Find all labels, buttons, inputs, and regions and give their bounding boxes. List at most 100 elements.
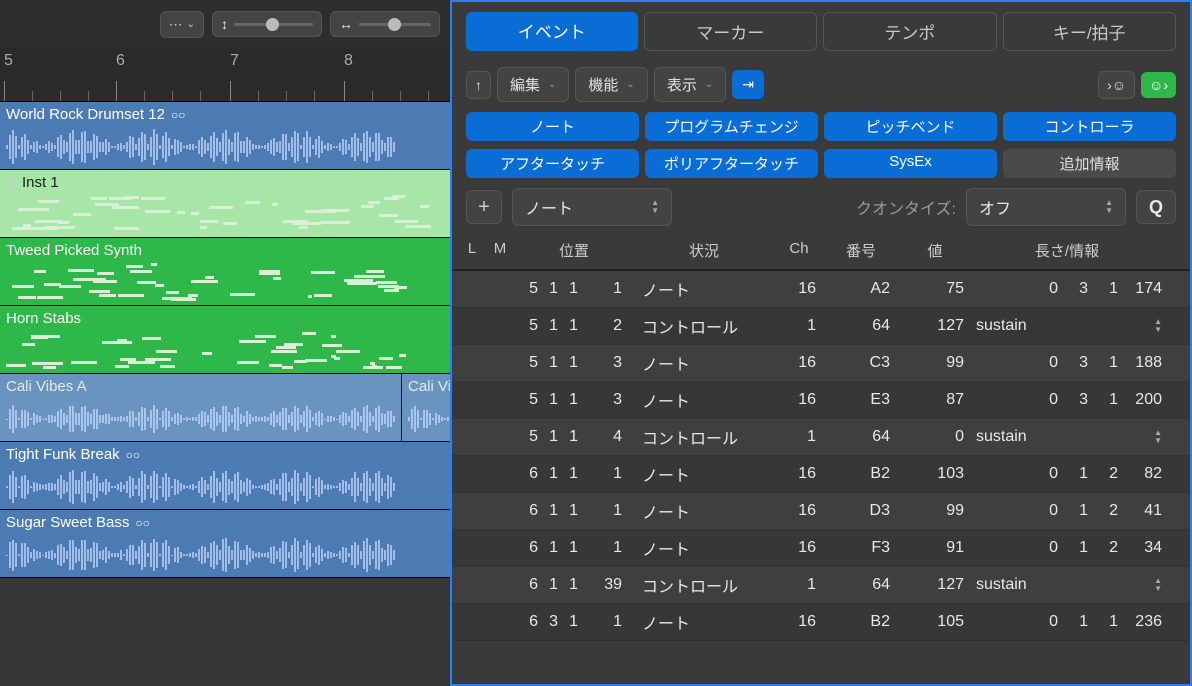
timeline-ruler[interactable]: 5 6 7 8 [0, 48, 450, 102]
event-status[interactable]: ノート [634, 610, 774, 634]
tab-event[interactable]: イベント [466, 12, 638, 51]
add-event-button[interactable]: + [466, 190, 502, 224]
event-row[interactable]: 6111 ノート 16 F3 91 01234 [452, 530, 1190, 567]
event-info[interactable]: 01282 [972, 465, 1162, 483]
event-type-select[interactable]: ノート ▲▼ [512, 188, 672, 226]
event-number[interactable]: B2 [824, 465, 898, 483]
event-number[interactable]: A2 [824, 280, 898, 298]
event-value[interactable]: 75 [898, 280, 972, 298]
event-value[interactable]: 99 [898, 502, 972, 520]
event-row[interactable]: 5114 コントロール 1 64 0 sustain▲▼ [452, 419, 1190, 456]
event-number[interactable]: 64 [824, 576, 898, 594]
event-row[interactable]: 6111 ノート 16 D3 99 01241 [452, 493, 1190, 530]
track-region[interactable]: Cali Vibes A [0, 374, 402, 441]
midi-in-button[interactable]: ☺› [1141, 72, 1176, 98]
event-info[interactable]: sustain▲▼ [972, 428, 1162, 446]
event-status[interactable]: ノート [634, 351, 774, 375]
tab-marker[interactable]: マーカー [644, 12, 818, 51]
event-info[interactable]: 031174 [972, 280, 1162, 298]
quantize-select[interactable]: オフ ▲▼ [966, 188, 1126, 226]
event-info[interactable]: 031200 [972, 391, 1162, 409]
event-number[interactable]: F3 [824, 539, 898, 557]
quantize-button[interactable]: Q [1136, 190, 1176, 224]
event-position[interactable]: 5113 [514, 354, 634, 372]
vertical-zoom-slider[interactable]: ↕ [212, 11, 322, 37]
up-arrow-button[interactable]: ↑ [466, 71, 491, 99]
tab-key-signature[interactable]: キー/拍子 [1003, 12, 1177, 51]
event-position[interactable]: 61139 [514, 576, 634, 594]
event-position[interactable]: 5111 [514, 280, 634, 298]
filter-note[interactable]: ノート [466, 112, 639, 141]
event-channel[interactable]: 16 [774, 539, 824, 557]
event-row[interactable]: 5111 ノート 16 A2 75 031174 [452, 271, 1190, 308]
event-info[interactable]: 011236 [972, 613, 1162, 631]
event-value[interactable]: 99 [898, 354, 972, 372]
col-status[interactable]: 状況 [634, 240, 774, 261]
event-value[interactable]: 127 [898, 317, 972, 335]
filter-additional-info[interactable]: 追加情報 [1003, 149, 1176, 178]
event-position[interactable]: 6111 [514, 539, 634, 557]
event-status[interactable]: コントロール [634, 573, 774, 597]
event-row[interactable]: 6311 ノート 16 B2 105 011236 [452, 604, 1190, 641]
event-number[interactable]: 64 [824, 428, 898, 446]
col-length[interactable]: 長さ/情報 [972, 240, 1162, 261]
edit-menu[interactable]: 編集 ⌄ [497, 67, 569, 102]
event-status[interactable]: ノート [634, 277, 774, 301]
event-channel[interactable]: 16 [774, 465, 824, 483]
event-channel[interactable]: 16 [774, 280, 824, 298]
event-number[interactable]: E3 [824, 391, 898, 409]
event-channel[interactable]: 16 [774, 391, 824, 409]
function-menu[interactable]: 機能 ⌄ [575, 67, 647, 102]
event-status[interactable]: コントロール [634, 314, 774, 338]
event-number[interactable]: 64 [824, 317, 898, 335]
event-status[interactable]: ノート [634, 388, 774, 412]
filter-aftertouch[interactable]: アフタータッチ [466, 149, 639, 178]
event-row[interactable]: 5112 コントロール 1 64 127 sustain▲▼ [452, 308, 1190, 345]
event-channel[interactable]: 1 [774, 576, 824, 594]
track-region-split[interactable]: Cali Vibes A Cali Vibes Wah Guitar ○○ [0, 374, 450, 442]
event-value[interactable]: 103 [898, 465, 972, 483]
event-status[interactable]: ノート [634, 499, 774, 523]
col-position[interactable]: 位置 [514, 240, 634, 261]
event-status[interactable]: ノート [634, 536, 774, 560]
track-region[interactable]: Tight Funk Break ○○ [0, 442, 450, 510]
track-region[interactable]: Horn Stabs [0, 306, 450, 374]
filter-poly-aftertouch[interactable]: ポリアフタータッチ [645, 149, 818, 178]
event-number[interactable]: C3 [824, 354, 898, 372]
track-region[interactable]: Sugar Sweet Bass ○○ [0, 510, 450, 578]
event-row[interactable]: 61139 コントロール 1 64 127 sustain▲▼ [452, 567, 1190, 604]
horizontal-zoom-slider[interactable]: ↔ [330, 11, 440, 37]
filter-controller[interactable]: コントローラ [1003, 112, 1176, 141]
filter-program-change[interactable]: プログラムチェンジ [645, 112, 818, 141]
event-list[interactable]: 5111 ノート 16 A2 75 031174 5112 コントロール 1 6… [452, 271, 1190, 684]
event-value[interactable]: 105 [898, 613, 972, 631]
col-ch[interactable]: Ch [774, 240, 824, 261]
col-l[interactable]: L [458, 240, 486, 261]
event-position[interactable]: 6311 [514, 613, 634, 631]
event-number[interactable]: D3 [824, 502, 898, 520]
track-region[interactable]: Cali Vibes Wah Guitar ○○ [402, 374, 450, 441]
filter-pitch-bend[interactable]: ピッチベンド [824, 112, 997, 141]
track-region[interactable]: Tweed Picked Synth [0, 238, 450, 306]
event-info[interactable]: sustain▲▼ [972, 317, 1162, 335]
event-position[interactable]: 5112 [514, 317, 634, 335]
options-button[interactable]: ⋯ ⌄ [160, 11, 204, 38]
col-value[interactable]: 値 [898, 240, 972, 261]
event-info[interactable]: 01241 [972, 502, 1162, 520]
track-region[interactable]: World Rock Drumset 12 ○○ [0, 102, 450, 170]
event-info[interactable]: 01234 [972, 539, 1162, 557]
event-value[interactable]: 127 [898, 576, 972, 594]
event-info[interactable]: 031188 [972, 354, 1162, 372]
event-value[interactable]: 87 [898, 391, 972, 409]
filter-sysex[interactable]: SysEx [824, 149, 997, 178]
catch-playhead-button[interactable]: ⇥ [732, 70, 764, 99]
event-channel[interactable]: 16 [774, 502, 824, 520]
event-channel[interactable]: 1 [774, 428, 824, 446]
event-channel[interactable]: 1 [774, 317, 824, 335]
event-value[interactable]: 91 [898, 539, 972, 557]
event-position[interactable]: 5114 [514, 428, 634, 446]
event-position[interactable]: 5113 [514, 391, 634, 409]
event-status[interactable]: ノート [634, 462, 774, 486]
event-row[interactable]: 5113 ノート 16 E3 87 031200 [452, 382, 1190, 419]
event-info[interactable]: sustain▲▼ [972, 576, 1162, 594]
